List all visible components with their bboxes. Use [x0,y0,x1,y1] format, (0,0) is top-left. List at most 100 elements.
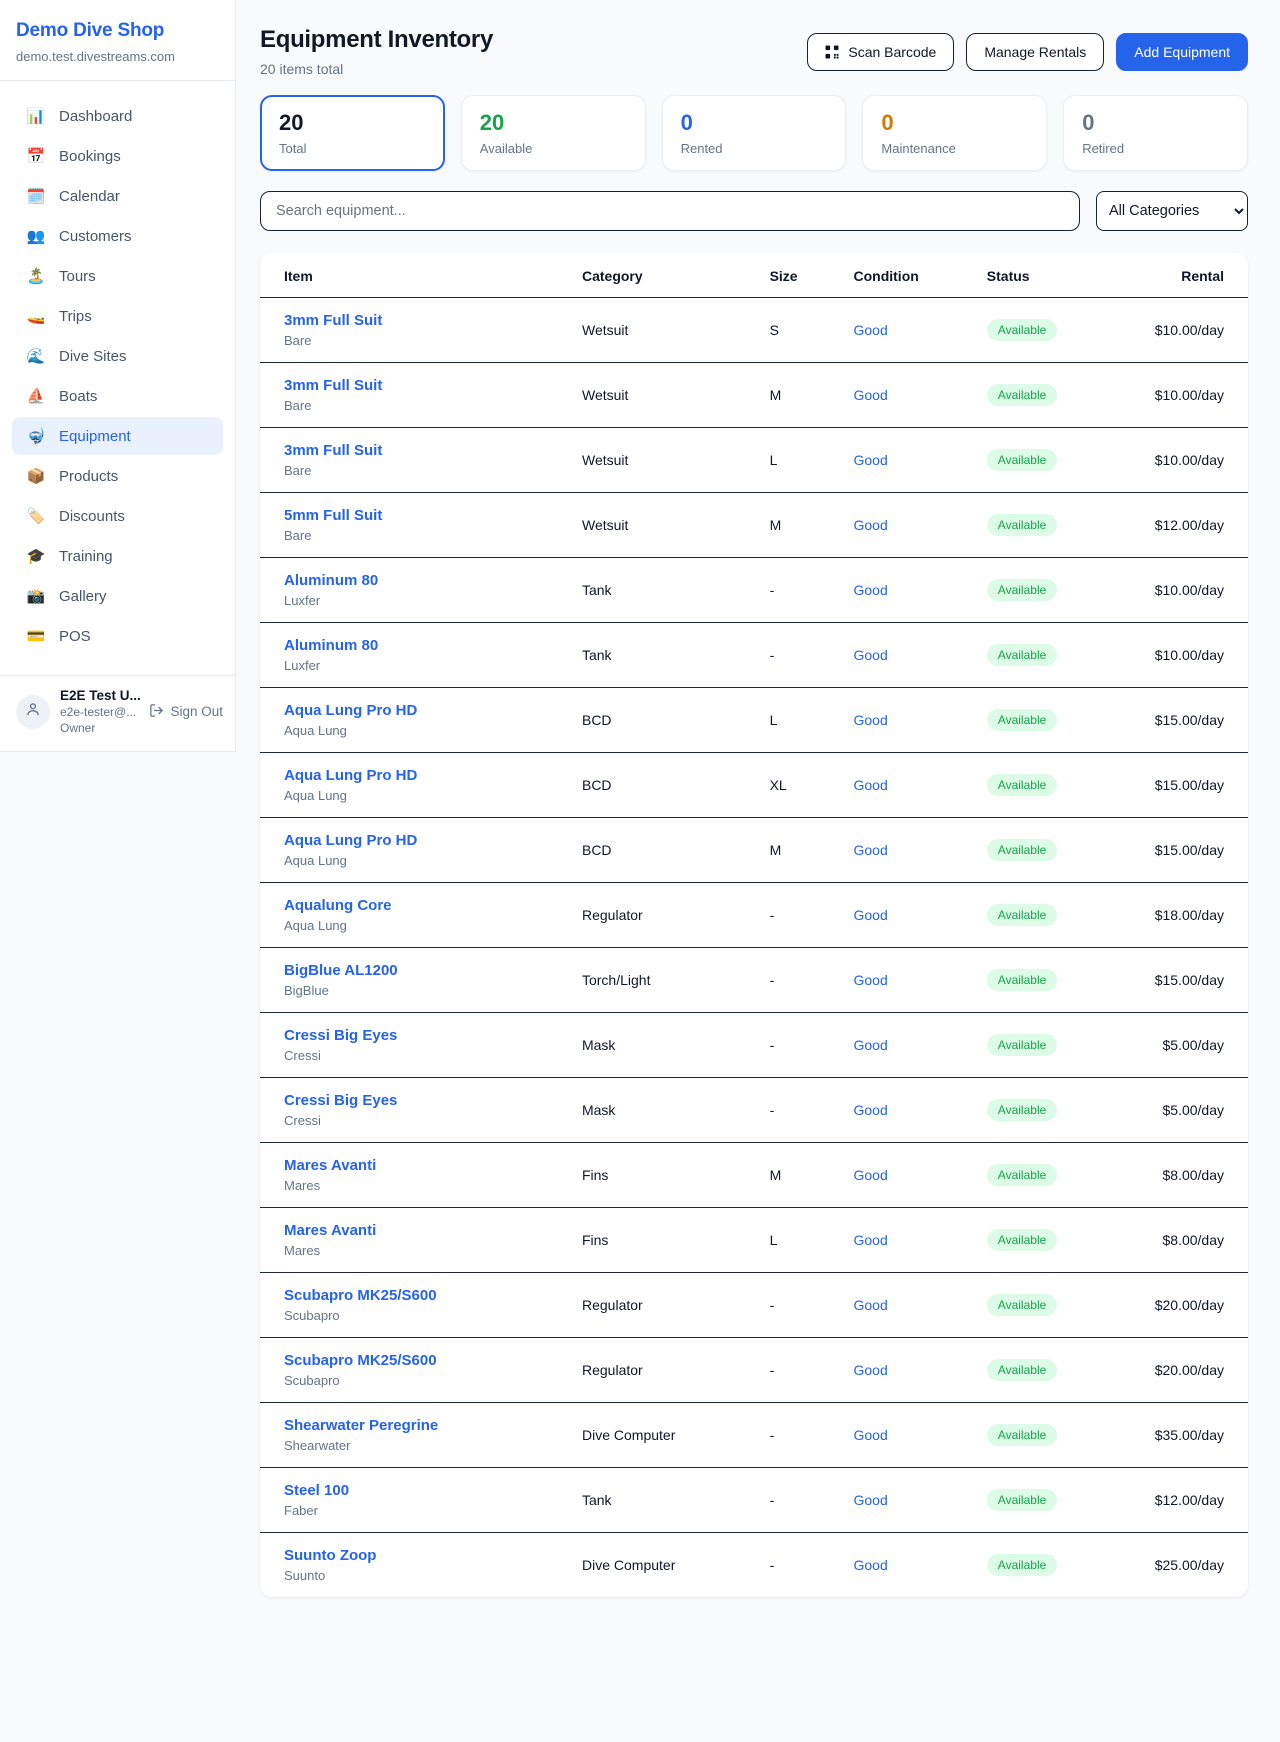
stat-card-rented[interactable]: 0Rented [662,95,847,171]
category-filter[interactable]: All Categories [1096,191,1248,231]
status-badge: Available [987,579,1057,601]
sidebar-item-pos[interactable]: 💳POS [12,617,223,655]
sidebar-item-label: Boats [59,388,97,405]
item-link[interactable]: 5mm Full Suit [284,507,550,524]
sidebar-item-boats[interactable]: ⛵Boats [12,377,223,415]
condition-link[interactable]: Good [853,1492,887,1508]
condition-link[interactable]: Good [853,322,887,338]
item-brand: Luxfer [284,593,550,608]
condition-link[interactable]: Good [853,452,887,468]
sidebar-item-trips[interactable]: 🚤Trips [12,297,223,335]
brand-title[interactable]: Demo Dive Shop [16,20,219,42]
stat-label: Maintenance [881,141,1028,156]
category-cell: Tank [566,558,754,623]
condition-cell: Good [837,1533,970,1598]
condition-link[interactable]: Good [853,517,887,533]
table-row: Mares AvantiMaresFinsLGoodAvailable$8.00… [260,1208,1248,1273]
item-link[interactable]: Cressi Big Eyes [284,1027,550,1044]
sidebar-item-equipment[interactable]: 🤿Equipment [12,417,223,455]
stat-card-total[interactable]: 20Total [260,95,445,171]
condition-link[interactable]: Good [853,1102,887,1118]
stat-card-available[interactable]: 20Available [461,95,646,171]
stat-label: Total [279,141,426,156]
condition-link[interactable]: Good [853,1297,887,1313]
status-cell: Available [971,1013,1139,1078]
sidebar-item-customers[interactable]: 👥Customers [12,217,223,255]
item-link[interactable]: Aluminum 80 [284,637,550,654]
condition-link[interactable]: Good [853,907,887,923]
scan-barcode-button[interactable]: Scan Barcode [807,33,954,71]
condition-link[interactable]: Good [853,1167,887,1183]
item-link[interactable]: Mares Avanti [284,1157,550,1174]
stat-card-retired[interactable]: 0Retired [1063,95,1248,171]
condition-link[interactable]: Good [853,1557,887,1573]
add-equipment-button[interactable]: Add Equipment [1116,33,1248,71]
rental-cell: $10.00/day [1139,363,1248,428]
condition-link[interactable]: Good [853,972,887,988]
sidebar-item-calendar[interactable]: 🗓️Calendar [12,177,223,215]
sidebar-item-label: Bookings [59,148,121,165]
sidebar-item-discounts[interactable]: 🏷️Discounts [12,497,223,535]
sidebar-item-tours[interactable]: 🏝️Tours [12,257,223,295]
status-badge: Available [987,1489,1057,1511]
sidebar-item-dashboard[interactable]: 📊Dashboard [12,97,223,135]
sign-out-button[interactable]: Sign Out [149,703,223,721]
condition-link[interactable]: Good [853,1427,887,1443]
condition-link[interactable]: Good [853,777,887,793]
column-header-category: Category [566,253,754,298]
condition-link[interactable]: Good [853,1037,887,1053]
item-link[interactable]: Cressi Big Eyes [284,1092,550,1109]
stat-card-maintenance[interactable]: 0Maintenance [862,95,1047,171]
condition-link[interactable]: Good [853,1232,887,1248]
item-link[interactable]: BigBlue AL1200 [284,962,550,979]
item-link[interactable]: Scubapro MK25/S600 [284,1287,550,1304]
item-brand: Aqua Lung [284,788,550,803]
condition-link[interactable]: Good [853,387,887,403]
category-cell: BCD [566,818,754,883]
search-input[interactable] [260,191,1080,231]
item-link[interactable]: 3mm Full Suit [284,442,550,459]
sidebar-item-dive-sites[interactable]: 🌊Dive Sites [12,337,223,375]
manage-rentals-button[interactable]: Manage Rentals [966,33,1104,71]
status-badge: Available [987,969,1057,991]
item-link[interactable]: Aqua Lung Pro HD [284,832,550,849]
item-link[interactable]: 3mm Full Suit [284,312,550,329]
status-cell: Available [971,818,1139,883]
item-link[interactable]: Aqualung Core [284,897,550,914]
size-cell: M [754,1143,838,1208]
condition-link[interactable]: Good [853,842,887,858]
table-row: Shearwater PeregrineShearwaterDive Compu… [260,1403,1248,1468]
condition-link[interactable]: Good [853,712,887,728]
sidebar-item-products[interactable]: 📦Products [12,457,223,495]
item-cell: Aluminum 80Luxfer [260,623,566,688]
status-cell: Available [971,623,1139,688]
category-cell: Mask [566,1078,754,1143]
sidebar-item-label: Customers [59,228,132,245]
sidebar-item-training[interactable]: 🎓Training [12,537,223,575]
item-link[interactable]: Aqua Lung Pro HD [284,767,550,784]
item-link[interactable]: Mares Avanti [284,1222,550,1239]
condition-link[interactable]: Good [853,1362,887,1378]
condition-link[interactable]: Good [853,647,887,663]
condition-link[interactable]: Good [853,582,887,598]
sidebar-item-gallery[interactable]: 📸Gallery [12,577,223,615]
size-cell: - [754,1468,838,1533]
category-cell: Wetsuit [566,428,754,493]
item-link[interactable]: 3mm Full Suit [284,377,550,394]
user-email: e2e-tester@... [60,705,139,719]
sidebar-item-label: Gallery [59,588,107,605]
rental-cell: $10.00/day [1139,298,1248,363]
status-badge: Available [987,839,1057,861]
item-link[interactable]: Aluminum 80 [284,572,550,589]
item-link[interactable]: Shearwater Peregrine [284,1417,550,1434]
condition-cell: Good [837,363,970,428]
barcode-scan-icon [825,45,839,59]
sidebar-item-bookings[interactable]: 📅Bookings [12,137,223,175]
item-link[interactable]: Suunto Zoop [284,1547,550,1564]
training-icon: 🎓 [26,547,46,565]
item-link[interactable]: Scubapro MK25/S600 [284,1352,550,1369]
status-badge: Available [987,384,1057,406]
status-badge: Available [987,774,1057,796]
item-link[interactable]: Aqua Lung Pro HD [284,702,550,719]
item-link[interactable]: Steel 100 [284,1482,550,1499]
